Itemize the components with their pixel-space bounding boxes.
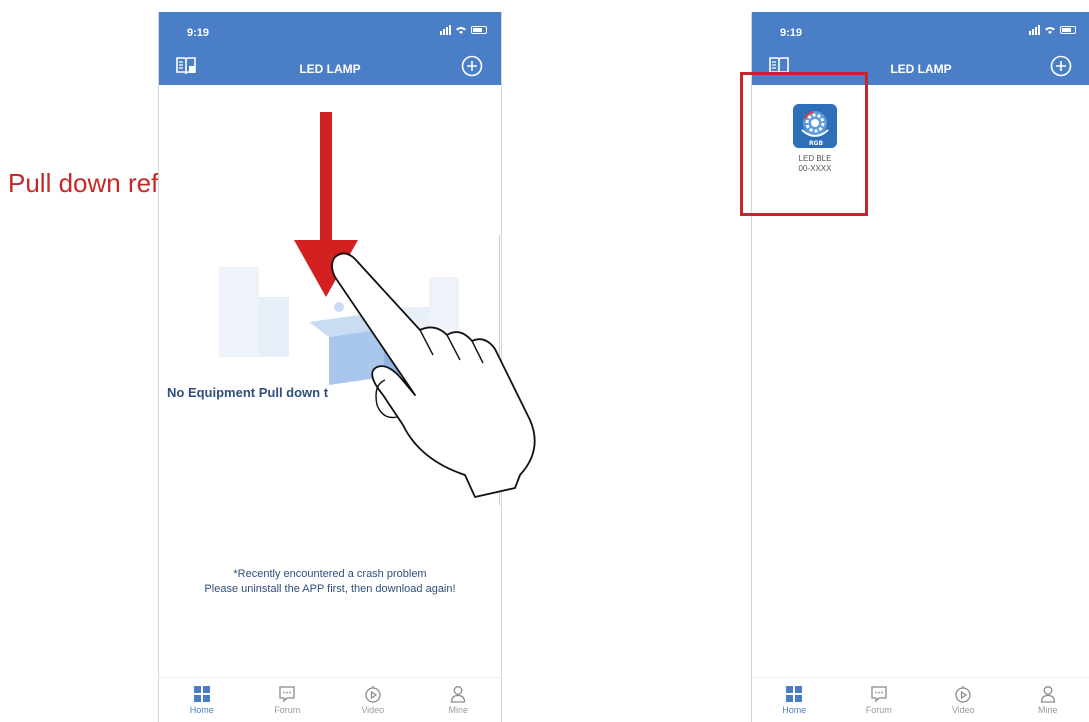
chat-bubble-icon [279, 686, 295, 703]
tab-mine-label: Mine [1037, 705, 1058, 715]
add-device-icon[interactable] [1050, 55, 1072, 77]
tab-forum-label: Forum [865, 705, 892, 715]
wifi-icon [1045, 27, 1055, 34]
hand-pointer-icon [331, 252, 536, 498]
tab-video-label: Video [361, 705, 385, 715]
signal-icon [1029, 25, 1040, 35]
tab-forum[interactable]: Forum [849, 678, 909, 722]
app-header: 9:19 LED LAMP [159, 12, 501, 85]
no-equipment-text: No Equipment Pull down t [167, 385, 329, 400]
crash-notice: *Recently encountered a crash problem Pl… [159, 567, 501, 597]
tab-home-label: Home [782, 705, 807, 715]
status-time: 9:19 [780, 27, 803, 39]
play-circle-icon [365, 686, 381, 703]
tab-mine[interactable]: Mine [1018, 678, 1078, 722]
bottom-tab-bar: Home Forum Video Mine [752, 677, 1089, 722]
device-highlight-box [740, 72, 868, 216]
home-grid-icon [786, 686, 803, 702]
home-grid-icon [193, 686, 210, 702]
tab-home[interactable]: Home [764, 678, 824, 722]
person-icon [451, 686, 466, 703]
tab-video-label: Video [951, 705, 975, 715]
battery-icon [471, 26, 487, 34]
bottom-tab-bar: Home Forum Video Mine [159, 677, 501, 722]
tab-forum[interactable]: Forum [257, 678, 317, 722]
play-circle-icon [955, 686, 971, 703]
add-device-icon[interactable] [461, 55, 483, 77]
chat-bubble-icon [871, 686, 887, 703]
tab-forum-label: Forum [274, 705, 301, 715]
battery-icon [1060, 26, 1076, 34]
status-icons [1029, 25, 1076, 35]
page-title: LED LAMP [299, 62, 361, 76]
notice-line-2: Please uninstall the APP first, then dow… [204, 583, 456, 595]
tab-video[interactable]: Video [933, 678, 993, 722]
status-time: 9:19 [187, 27, 210, 39]
tab-home[interactable]: Home [172, 678, 232, 722]
notice-line-1: *Recently encountered a crash problem [233, 568, 427, 580]
signal-icon [440, 25, 451, 35]
status-icons [440, 25, 487, 35]
tab-mine-label: Mine [448, 705, 468, 715]
tab-mine[interactable]: Mine [428, 678, 488, 722]
tab-video[interactable]: Video [343, 678, 403, 722]
wifi-icon [456, 27, 466, 34]
person-icon [1040, 686, 1055, 703]
tab-home-label: Home [189, 705, 214, 715]
